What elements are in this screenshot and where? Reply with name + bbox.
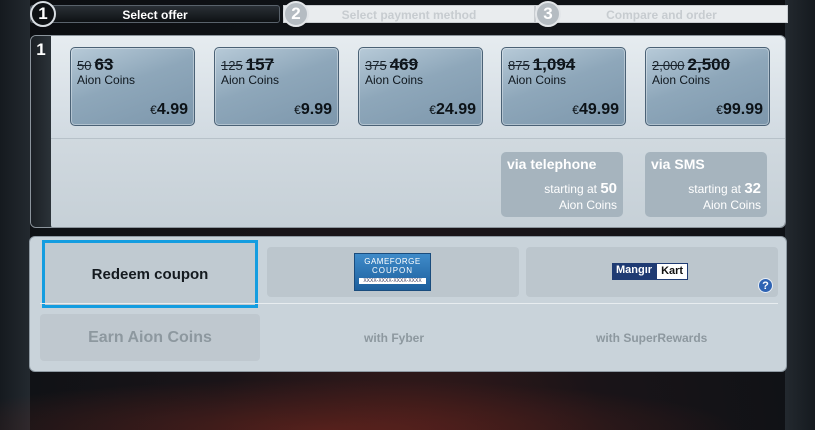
old-amount: 50 63 [77,55,114,74]
new-amount: 1,094 [532,55,576,74]
divider [40,303,778,304]
option-currency: Aion Coins [558,198,617,212]
gameforge-coupon-option[interactable]: GAMEFORGE COUPON XXXX-XXXX-XXXX-XXXX [267,247,519,297]
currency-label: Aion Coins [77,73,136,87]
via-telephone-option[interactable]: via telephone starting at 50 Aion Coins [501,152,623,217]
currency-label: Aion Coins [365,73,424,87]
new-amount: 469 [389,55,419,74]
mangirkart-option[interactable]: Mangır Kart [526,247,778,297]
redeem-coupon-button[interactable]: Redeem coupon [42,240,258,308]
panel-step-number: 1 [31,36,51,227]
package-469-coins[interactable]: 375 469 Aion Coins €24.99 [358,47,483,126]
gameforge-coupon-logo: GAMEFORGE COUPON XXXX-XXXX-XXXX-XXXX [354,253,431,291]
offer-panel: 1 50 63 Aion Coins €4.99 125 157 Aion Coin… [30,35,786,228]
mangirkart-logo: Mangır Kart [612,263,689,280]
package-1094-coins[interactable]: 875 1,094 Aion Coins €49.99 [501,47,626,126]
step-label: Compare and order [606,8,717,22]
option-starting: starting at 50 [544,180,617,197]
currency-label: Aion Coins [508,73,567,87]
old-amount: 875 1,094 [508,55,576,74]
option-currency: Aion Coins [702,198,761,212]
currency-label: Aion Coins [652,73,711,87]
package-price: €9.99 [294,101,332,118]
old-amount: 125 157 [221,55,275,74]
option-title: via telephone [507,156,597,172]
with-superrewards-option[interactable]: with SuperRewards [596,331,707,345]
old-amount: 375 469 [365,55,419,74]
option-title: via SMS [651,156,705,172]
step-progress: 1 Select offer 2 Select payment method 3… [30,1,788,27]
offer-list: 50 63 Aion Coins €4.99 125 157 Aion Coins … [51,36,785,227]
new-amount: 157 [245,55,275,74]
step-label: Select payment method [341,8,477,22]
package-price: €24.99 [429,101,476,118]
background-art [0,370,815,430]
old-amount: 2,000 2,500 [652,55,731,74]
package-157-coins[interactable]: 125 157 Aion Coins €9.99 [214,47,339,126]
question-circle-icon[interactable]: ? [758,278,773,293]
via-sms-option[interactable]: via SMS starting at 32 Aion Coins [645,152,767,217]
package-price: €4.99 [150,101,188,118]
earn-aion-coins-button[interactable]: Earn Aion Coins [40,314,260,361]
new-amount: 63 [94,55,114,74]
step-select-payment[interactable]: 2 Select payment method [283,1,535,27]
background-left [0,0,30,430]
background-right [785,0,815,430]
package-price: €99.99 [716,101,763,118]
step-compare-order[interactable]: 3 Compare and order [535,1,788,27]
with-fyber-option[interactable]: with Fyber [364,331,424,345]
coupon-earn-panel: Redeem coupon GAMEFORGE COUPON XXXX-XXXX… [29,236,787,372]
currency-label: Aion Coins [221,73,280,87]
new-amount: 2,500 [687,55,731,74]
package-63-coins[interactable]: 50 63 Aion Coins €4.99 [70,47,195,126]
step-select-offer[interactable]: 1 Select offer [30,1,280,27]
step-label: Select offer [122,8,188,22]
package-price: €49.99 [572,101,619,118]
option-starting: starting at 32 [688,180,761,197]
package-2500-coins[interactable]: 2,000 2,500 Aion Coins €99.99 [645,47,770,126]
